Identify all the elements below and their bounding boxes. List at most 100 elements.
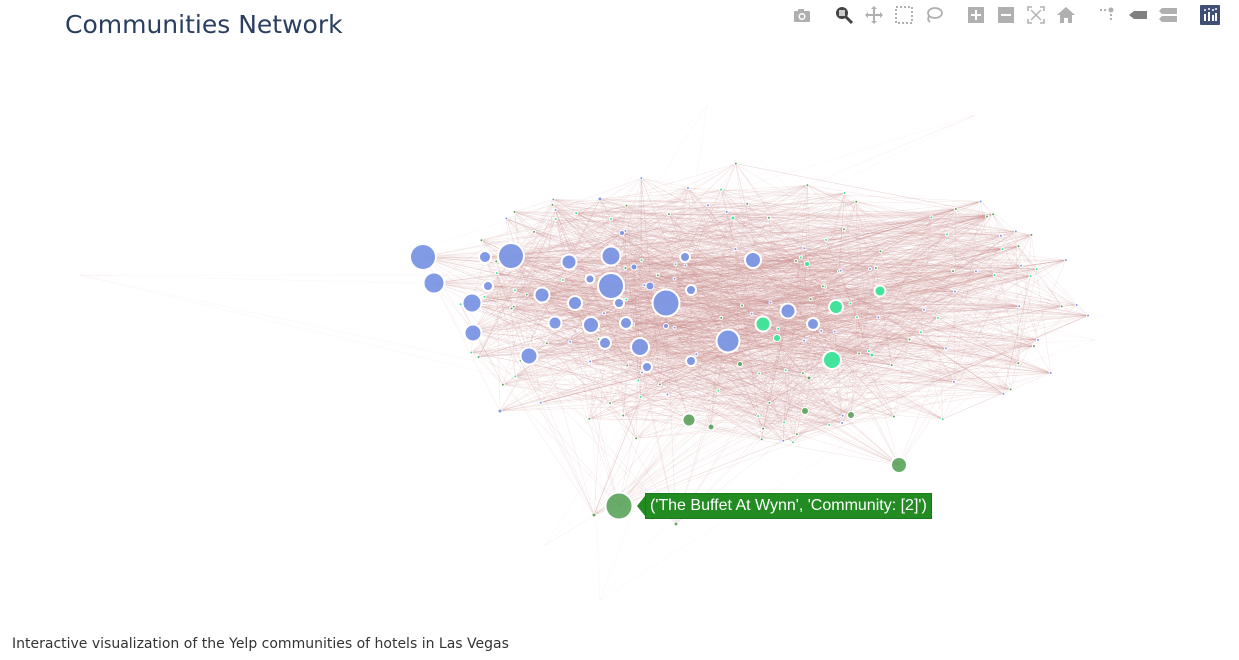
node-small[interactable] <box>793 258 798 263</box>
node-small[interactable] <box>665 392 670 397</box>
node-small[interactable] <box>791 440 796 445</box>
node-small[interactable] <box>719 187 724 192</box>
node-small[interactable] <box>1016 244 1021 249</box>
node-small[interactable] <box>940 417 945 422</box>
node-small[interactable] <box>482 294 487 299</box>
node-community-2[interactable] <box>847 411 855 419</box>
node-small[interactable] <box>524 292 529 297</box>
node-small[interactable] <box>945 232 950 237</box>
node-community-1[interactable] <box>828 299 844 315</box>
node-small[interactable] <box>740 303 745 308</box>
node-small[interactable] <box>891 414 896 419</box>
node-small[interactable] <box>587 416 592 421</box>
node-small[interactable] <box>1074 303 1079 308</box>
node-community-0[interactable] <box>619 230 625 236</box>
node-small[interactable] <box>601 311 606 316</box>
node-small[interactable] <box>531 229 536 234</box>
node-community-0[interactable] <box>463 323 483 343</box>
node-small[interactable] <box>634 436 639 441</box>
node-community-0[interactable] <box>567 295 583 311</box>
node-small[interactable] <box>733 161 738 166</box>
node-small[interactable] <box>827 423 832 428</box>
node-community-0[interactable] <box>478 250 492 264</box>
network-plot[interactable] <box>0 0 1239 620</box>
node-small[interactable] <box>1008 387 1013 392</box>
node-small[interactable] <box>767 400 772 405</box>
node-small[interactable] <box>951 379 956 384</box>
node-community-0[interactable] <box>685 284 697 296</box>
node-small[interactable] <box>551 197 556 202</box>
node-small[interactable] <box>854 199 859 204</box>
node-small[interactable] <box>1036 338 1041 343</box>
node-community-0[interactable] <box>641 361 653 373</box>
node-small[interactable] <box>621 413 626 418</box>
node-small[interactable] <box>808 297 813 302</box>
node-small[interactable] <box>1028 274 1033 279</box>
spike-lines-icon[interactable] <box>1093 4 1123 26</box>
node-small[interactable] <box>469 350 474 355</box>
node-community-0[interactable] <box>422 271 446 295</box>
node-small[interactable] <box>513 374 518 379</box>
node-small[interactable] <box>768 300 773 305</box>
node-small[interactable] <box>476 354 481 359</box>
lasso-select-icon[interactable] <box>919 4 949 26</box>
node-small[interactable] <box>1063 258 1068 263</box>
node-small[interactable] <box>716 388 721 393</box>
plotly-logo-icon[interactable] <box>1195 4 1225 26</box>
node-small[interactable] <box>673 262 678 267</box>
node-community-1[interactable] <box>773 334 781 342</box>
node-small[interactable] <box>1086 313 1091 318</box>
node-small[interactable] <box>756 414 761 419</box>
node-small[interactable] <box>951 269 956 274</box>
node-small[interactable] <box>500 382 505 387</box>
node-small[interactable] <box>1059 304 1064 309</box>
zoom-icon[interactable] <box>829 4 859 26</box>
node-community-1[interactable] <box>804 261 810 267</box>
node-community-0[interactable] <box>630 263 638 271</box>
node-small[interactable] <box>953 206 958 211</box>
node-small[interactable] <box>922 307 927 312</box>
node-small[interactable] <box>805 183 810 188</box>
node-small[interactable] <box>657 382 662 387</box>
node-small[interactable] <box>1019 263 1024 268</box>
node-small[interactable] <box>873 266 878 271</box>
node-community-0[interactable] <box>619 316 633 330</box>
node-small[interactable] <box>759 437 764 442</box>
node-small[interactable] <box>705 203 710 208</box>
node-small[interactable] <box>553 207 558 212</box>
node-community-0[interactable] <box>806 317 820 331</box>
hover-closest-icon[interactable] <box>1123 4 1153 26</box>
node-small[interactable] <box>998 233 1003 238</box>
node-community-0[interactable] <box>679 251 691 263</box>
node-small[interactable] <box>513 288 518 293</box>
reset-axes-icon[interactable] <box>1051 4 1081 26</box>
node-small[interactable] <box>800 371 805 376</box>
node-community-0[interactable] <box>600 245 622 267</box>
node-community-1[interactable] <box>873 284 887 298</box>
node-small[interactable] <box>685 186 690 191</box>
node-community-0[interactable] <box>533 286 551 304</box>
node-community-0[interactable] <box>547 315 563 331</box>
node-small[interactable] <box>794 432 799 437</box>
node-small[interactable] <box>568 339 573 344</box>
node-small[interactable] <box>639 258 644 263</box>
node-small[interactable] <box>842 191 847 196</box>
box-select-icon[interactable] <box>889 4 919 26</box>
node-small[interactable] <box>943 346 948 351</box>
node-small[interactable] <box>952 289 957 294</box>
node-small[interactable] <box>984 214 989 219</box>
node-small[interactable] <box>639 176 644 181</box>
autoscale-icon[interactable] <box>1021 4 1051 26</box>
node-small[interactable] <box>642 283 647 288</box>
node-community-0[interactable] <box>630 337 650 357</box>
node-small[interactable] <box>876 315 881 320</box>
node-small[interactable] <box>724 209 729 214</box>
node-small[interactable] <box>824 237 829 242</box>
node-small[interactable] <box>560 277 565 282</box>
node-small[interactable] <box>766 215 771 220</box>
node-community-0[interactable] <box>461 292 483 314</box>
node-community-0[interactable] <box>613 297 625 309</box>
node-community-0[interactable] <box>651 288 681 318</box>
node-small[interactable] <box>1031 344 1036 349</box>
node-small[interactable] <box>512 209 517 214</box>
